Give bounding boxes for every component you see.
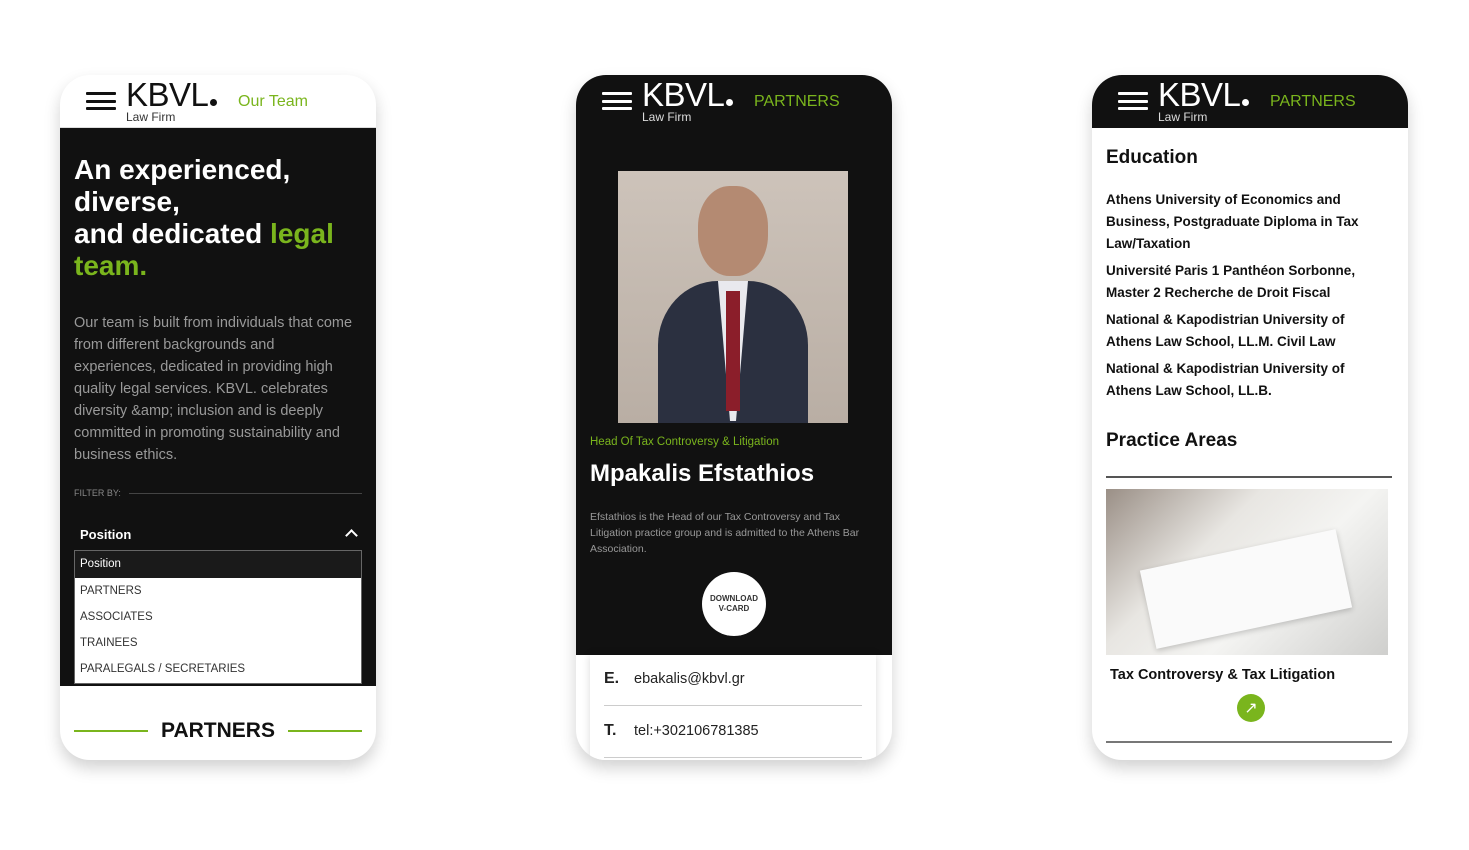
filter-by: FILTER BY: (74, 488, 362, 498)
email-row[interactable]: E. ebakalis@kbvl.gr (604, 670, 862, 688)
nav-label: PARTNERS (754, 93, 840, 110)
contact-card: E. ebakalis@kbvl.gr T. tel:+302106781385 (590, 655, 876, 760)
logo-subtitle: Law Firm (642, 110, 692, 124)
option-partners[interactable]: PARTNERS (75, 578, 361, 604)
hamburger-menu-icon[interactable] (1118, 92, 1148, 110)
education-item: Université Paris 1 Panthéon Sorbonne, Ma… (1106, 263, 1356, 300)
phone-partner-details: KBVL Law Firm PARTNERS Education Athens … (1092, 75, 1408, 760)
partner-photo (618, 171, 848, 423)
practice-title: Practice Areas (1106, 430, 1238, 451)
partner-role: Head Of Tax Controversy & Litigation (590, 436, 779, 448)
option-associates[interactable]: ASSOCIATES (75, 604, 361, 630)
logo[interactable]: KBVL (126, 77, 218, 113)
position-options: Position PARTNERS ASSOCIATES TRAINEES PA… (74, 550, 362, 684)
nav-label: PARTNERS (1270, 93, 1356, 110)
education-list: Athens University of Economics and Busin… (1106, 189, 1392, 402)
hamburger-menu-icon[interactable] (86, 92, 116, 110)
download-vcard-button[interactable]: DOWNLOAD V-CARD (702, 572, 766, 636)
education-title: Education (1106, 147, 1198, 168)
logo-subtitle: Law Firm (1158, 110, 1208, 124)
chevron-up-icon (345, 529, 358, 542)
header: KBVL Law Firm PARTNERS (576, 75, 892, 128)
intro-text: Our team is built from individuals that … (74, 315, 353, 463)
logo-subtitle: Law Firm (126, 110, 176, 124)
partner-bio: Efstathios is the Head of our Tax Contro… (590, 511, 860, 555)
option-trainees[interactable]: TRAINEES (75, 630, 361, 656)
phone-our-team: KBVL Law Firm Our Team An experienced, d… (60, 75, 376, 760)
logo[interactable]: KBVL (642, 77, 734, 113)
hamburger-menu-icon[interactable] (602, 92, 632, 110)
education-item: National & Kapodistrian University of At… (1106, 312, 1345, 349)
position-dropdown-toggle[interactable]: Position (80, 526, 360, 544)
hero: An experienced, diverse, and dedicated l… (60, 128, 376, 686)
phone-partner-profile: KBVL Law Firm PARTNERS Head Of Tax Contr… (576, 75, 892, 760)
education-item: Athens University of Economics and Busin… (1106, 192, 1359, 251)
header: KBVL Law Firm PARTNERS (1092, 75, 1408, 128)
option-paralegals[interactable]: PARALEGALS / SECRETARIES (75, 656, 361, 683)
nav-label: Our Team (238, 93, 308, 110)
section-heading: PARTNERS (74, 719, 363, 743)
phone-row[interactable]: T. tel:+302106781385 (604, 722, 862, 740)
headline: An experienced, diverse, and dedicated l… (74, 154, 334, 281)
practice-area-image[interactable] (1106, 489, 1388, 655)
option-position[interactable]: Position (75, 551, 361, 578)
profile-hero: Head Of Tax Controversy & Litigation Mpa… (576, 128, 892, 655)
arrow-up-right-icon[interactable]: ↗ (1237, 694, 1265, 722)
practice-area-label[interactable]: Tax Controversy & Tax Litigation (1110, 667, 1335, 683)
education-item: National & Kapodistrian University of At… (1106, 361, 1345, 398)
header: KBVL Law Firm Our Team (60, 75, 376, 128)
logo[interactable]: KBVL (1158, 77, 1250, 113)
partner-name: Mpakalis Efstathios (590, 460, 815, 487)
